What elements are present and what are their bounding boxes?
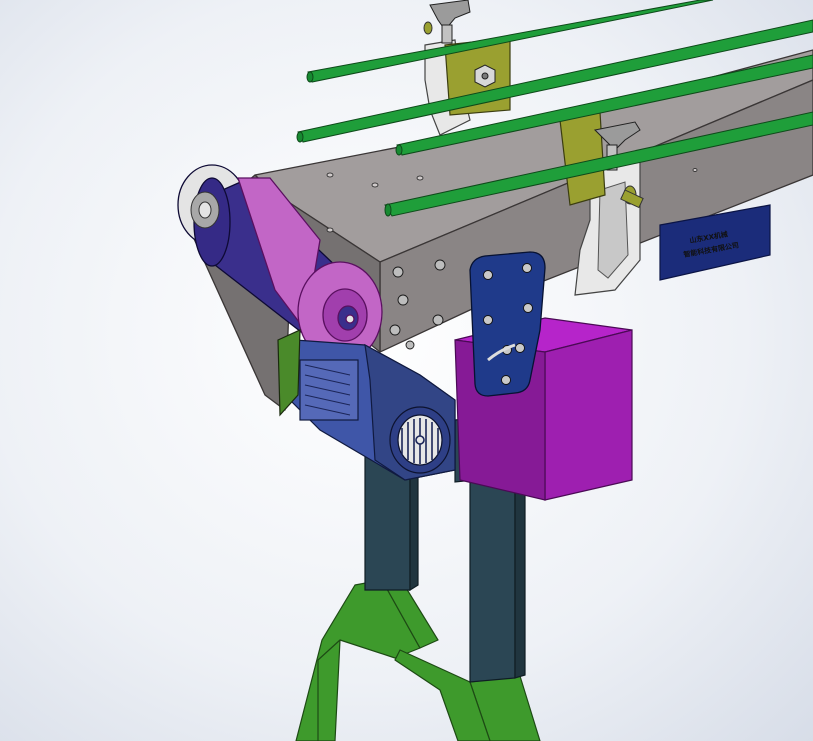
conveyor-assembly-drawing: 山东XX机械 智能科技有限公司 [177,0,813,741]
clamp-nut-icon [474,64,496,88]
sprocket-icon [190,191,220,229]
fan-grille-icon [401,418,439,464]
cad-viewport: 山东XX机械 智能科技有限公司 [0,0,813,741]
